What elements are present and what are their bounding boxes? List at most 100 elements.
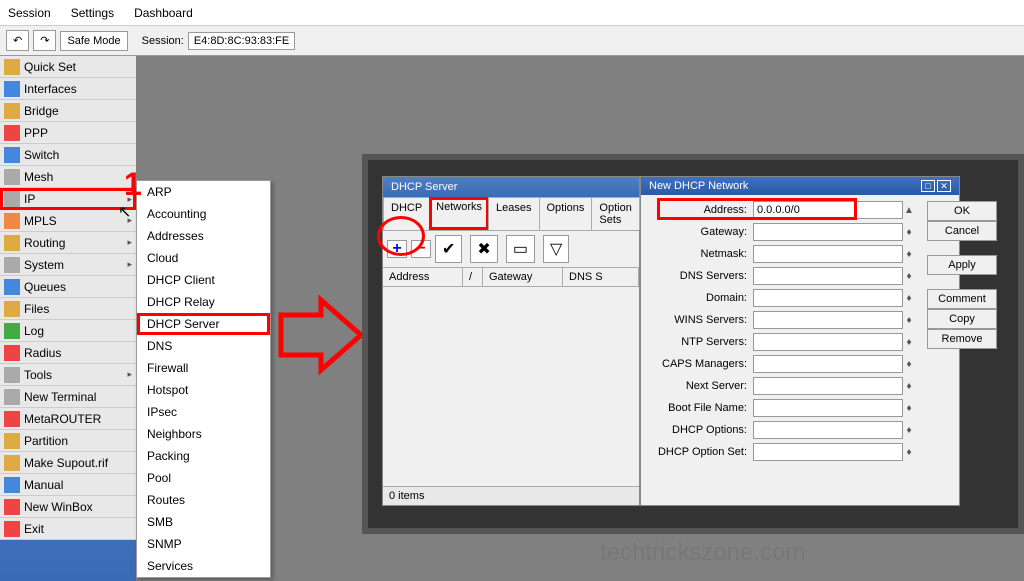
input-dhcp-option-set[interactable] (753, 443, 903, 461)
menu-icon (4, 169, 20, 185)
tab-options[interactable]: Options (539, 197, 593, 230)
undo-button[interactable]: ↶ (6, 30, 29, 51)
input-caps-managers[interactable] (753, 355, 903, 373)
comment-button[interactable]: ▭ (506, 235, 535, 263)
spinner-icon[interactable]: ♦ (903, 337, 915, 348)
input-domain[interactable] (753, 289, 903, 307)
column-sort[interactable]: / (463, 268, 483, 286)
expand-icon: ▸ (127, 369, 132, 380)
filter-button[interactable]: ▽ (543, 235, 569, 263)
tab-networks[interactable]: Networks (429, 197, 489, 230)
sidebar-item-make-supout-rif[interactable]: Make Supout.rif (0, 452, 136, 474)
sidebar-item-ppp[interactable]: PPP (0, 122, 136, 144)
sidebar-item-mpls[interactable]: MPLS▸ (0, 210, 136, 232)
redo-button[interactable]: ↷ (33, 30, 56, 51)
column-address[interactable]: Address (383, 268, 463, 286)
submenu-item-cloud[interactable]: Cloud (137, 247, 270, 269)
spinner-icon[interactable]: ♦ (903, 271, 915, 282)
tab-option-sets[interactable]: Option Sets (591, 197, 640, 230)
sidebar-item-metarouter[interactable]: MetaROUTER (0, 408, 136, 430)
sidebar-item-radius[interactable]: Radius (0, 342, 136, 364)
menu-icon (4, 279, 20, 295)
input-next-server[interactable] (753, 377, 903, 395)
sidebar-item-tools[interactable]: Tools▸ (0, 364, 136, 386)
menu-icon (4, 147, 20, 163)
watermark: techtrickszone.com (600, 539, 805, 567)
submenu-item-dhcp-relay[interactable]: DHCP Relay (137, 291, 270, 313)
ok-button[interactable]: OK (927, 201, 997, 221)
sidebar-item-routing[interactable]: Routing▸ (0, 232, 136, 254)
sidebar-item-partition[interactable]: Partition (0, 430, 136, 452)
sidebar-item-mesh[interactable]: Mesh (0, 166, 136, 188)
submenu-item-ipsec[interactable]: IPsec (137, 401, 270, 423)
cancel-button[interactable]: Cancel (927, 221, 997, 241)
close-icon[interactable]: ✕ (937, 180, 951, 192)
enable-button[interactable]: ✔ (435, 235, 462, 263)
menu-icon (4, 235, 20, 251)
submenu-item-routes[interactable]: Routes (137, 489, 270, 511)
sidebar-item-ip[interactable]: IP▸ (0, 188, 136, 210)
menu-dashboard[interactable]: Dashboard (134, 6, 193, 20)
remove-button[interactable]: Remove (927, 329, 997, 349)
spinner-icon[interactable]: ♦ (903, 359, 915, 370)
sidebar-item-bridge[interactable]: Bridge (0, 100, 136, 122)
apply-button[interactable]: Apply (927, 255, 997, 275)
submenu-item-neighbors[interactable]: Neighbors (137, 423, 270, 445)
sidebar-item-exit[interactable]: Exit (0, 518, 136, 540)
input-gateway[interactable] (753, 223, 903, 241)
submenu-item-dhcp-client[interactable]: DHCP Client (137, 269, 270, 291)
input-netmask[interactable] (753, 245, 903, 263)
menu-session[interactable]: Session (8, 6, 51, 20)
sidebar-item-label: PPP (24, 126, 48, 140)
submenu-item-services[interactable]: Services (137, 555, 270, 577)
input-dns-servers[interactable] (753, 267, 903, 285)
sidebar-item-interfaces[interactable]: Interfaces (0, 78, 136, 100)
submenu-item-hotspot[interactable]: Hotspot (137, 379, 270, 401)
column-gateway[interactable]: Gateway (483, 268, 563, 286)
spinner-icon[interactable]: ♦ (903, 293, 915, 304)
spinner-icon[interactable]: ♦ (903, 249, 915, 260)
spinner-icon[interactable]: ♦ (903, 447, 915, 458)
sidebar-item-new-terminal[interactable]: New Terminal (0, 386, 136, 408)
minimize-icon[interactable]: □ (921, 180, 935, 192)
submenu-item-accounting[interactable]: Accounting (137, 203, 270, 225)
input-dhcp-options[interactable] (753, 421, 903, 439)
spinner-icon[interactable]: ▲ (903, 205, 915, 216)
add-button-highlight (377, 216, 425, 256)
menu-icon (4, 367, 20, 383)
input-ntp-servers[interactable] (753, 333, 903, 351)
submenu-item-dhcp-server[interactable]: DHCP Server (137, 313, 270, 335)
submenu-item-snmp[interactable]: SNMP (137, 533, 270, 555)
copy-button[interactable]: Copy (927, 309, 997, 329)
sidebar-item-system[interactable]: System▸ (0, 254, 136, 276)
column-dns[interactable]: DNS S (563, 268, 639, 286)
submenu-item-arp[interactable]: ARP (137, 181, 270, 203)
input-wins-servers[interactable] (753, 311, 903, 329)
spinner-icon[interactable]: ♦ (903, 315, 915, 326)
submenu-item-smb[interactable]: SMB (137, 511, 270, 533)
spinner-icon[interactable]: ♦ (903, 403, 915, 414)
sidebar-item-queues[interactable]: Queues (0, 276, 136, 298)
spinner-icon[interactable]: ♦ (903, 425, 915, 436)
disable-button[interactable]: ✖ (470, 235, 497, 263)
safe-mode-button[interactable]: Safe Mode (60, 31, 127, 51)
submenu-item-firewall[interactable]: Firewall (137, 357, 270, 379)
submenu-item-packing[interactable]: Packing (137, 445, 270, 467)
sidebar-item-manual[interactable]: Manual (0, 474, 136, 496)
comment-button[interactable]: Comment (927, 289, 997, 309)
input-boot-file-name[interactable] (753, 399, 903, 417)
sidebar-item-files[interactable]: Files (0, 298, 136, 320)
sidebar-item-label: Queues (24, 280, 66, 294)
spinner-icon[interactable]: ♦ (903, 381, 915, 392)
submenu-item-pool[interactable]: Pool (137, 467, 270, 489)
sidebar-item-log[interactable]: Log (0, 320, 136, 342)
sidebar-item-new-winbox[interactable]: New WinBox (0, 496, 136, 518)
menu-settings[interactable]: Settings (71, 6, 114, 20)
sidebar-item-switch[interactable]: Switch (0, 144, 136, 166)
sidebar-item-quick-set[interactable]: Quick Set (0, 56, 136, 78)
submenu-item-dns[interactable]: DNS (137, 335, 270, 357)
spinner-icon[interactable]: ♦ (903, 227, 915, 238)
sidebar-item-label: System (24, 258, 64, 272)
tab-leases[interactable]: Leases (488, 197, 539, 230)
submenu-item-addresses[interactable]: Addresses (137, 225, 270, 247)
